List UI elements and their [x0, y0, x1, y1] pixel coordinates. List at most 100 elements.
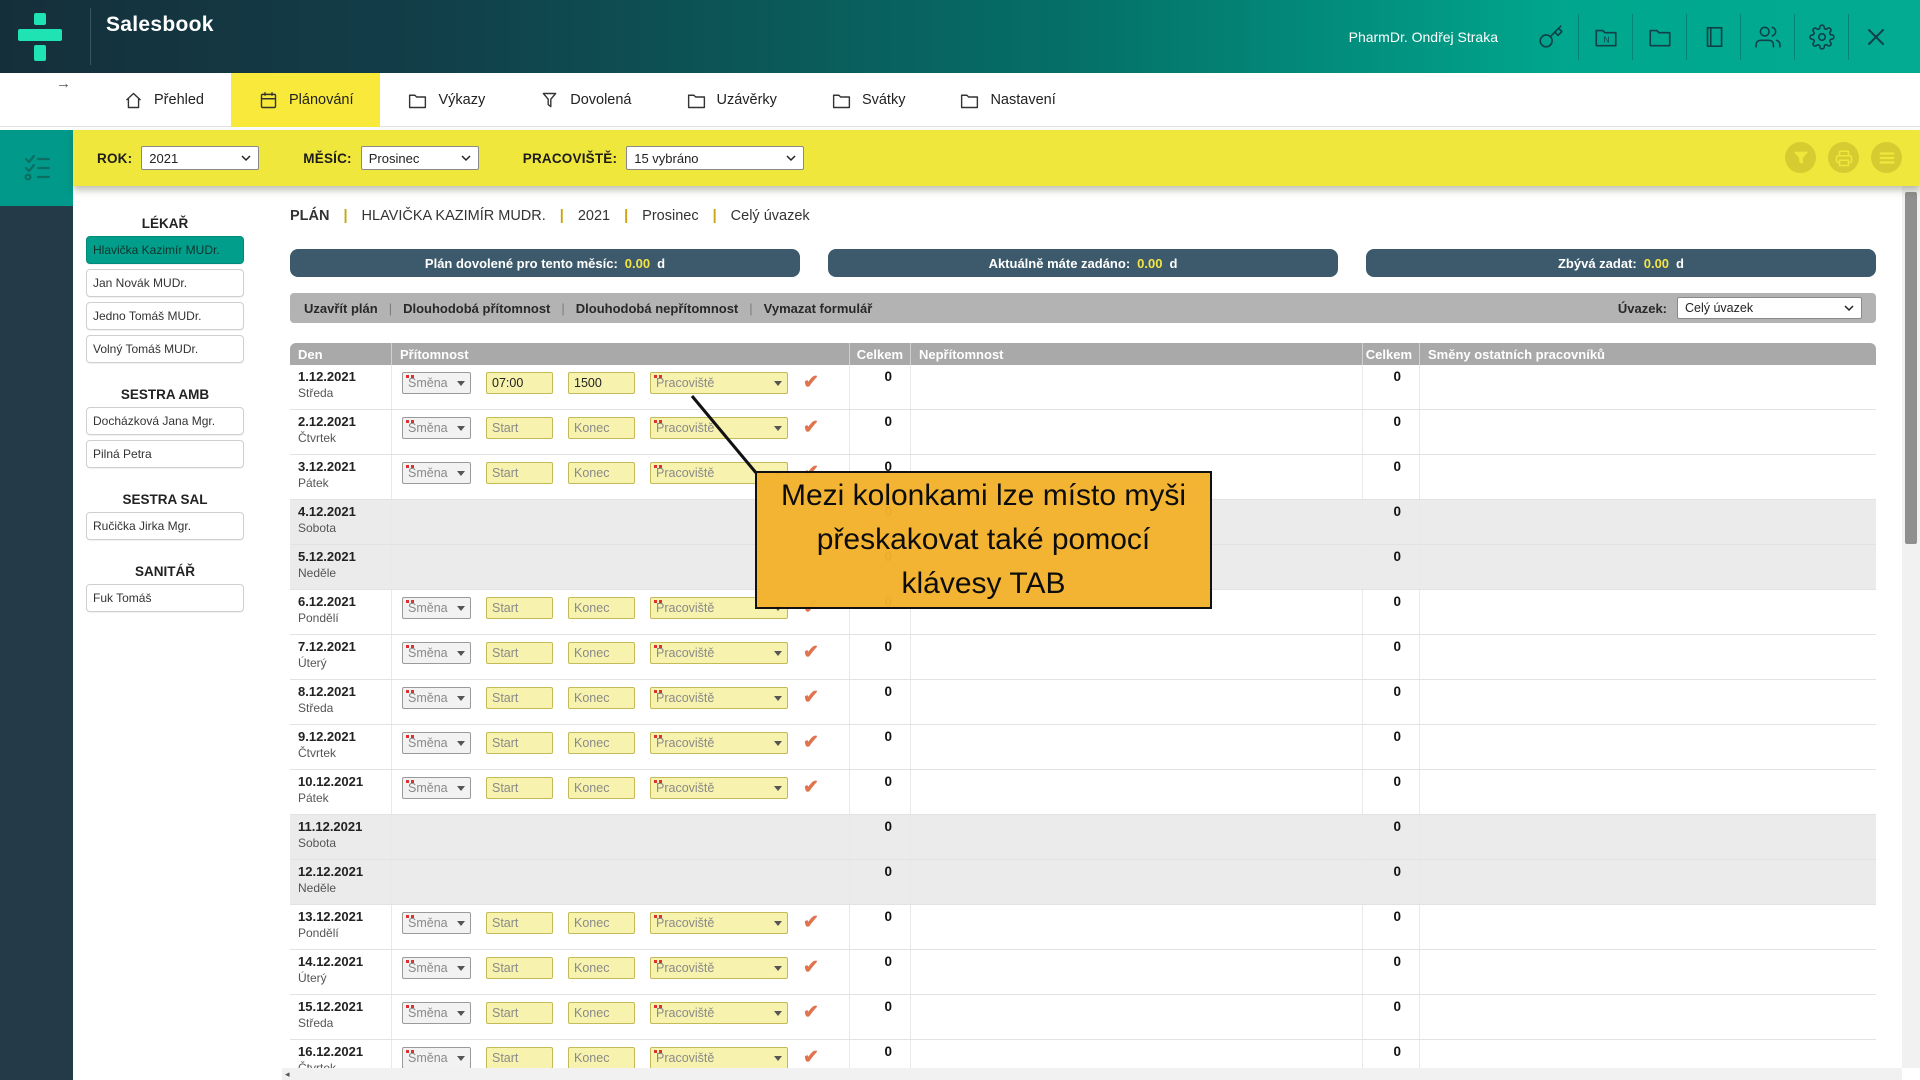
uvazek-select[interactable]: Celý úvazek — [1677, 297, 1862, 319]
dropdown-arrow-icon — [774, 786, 782, 791]
end-time-input[interactable] — [568, 1047, 635, 1068]
workplace-row-select[interactable]: Pracoviště — [650, 687, 788, 709]
staff-item[interactable]: Fuk Tomáš — [86, 584, 244, 612]
workplace-row-select[interactable]: Pracoviště — [650, 777, 788, 799]
close-icon[interactable] — [1848, 14, 1902, 60]
nav-tab[interactable]: Dovolená — [512, 73, 658, 127]
confirm-check-icon[interactable]: ✔ — [803, 777, 819, 799]
horizontal-scrollbar[interactable]: ◂ — [282, 1068, 1902, 1080]
staff-item[interactable]: Volný Tomáš MUDr. — [86, 335, 244, 363]
confirm-check-icon[interactable]: ✔ — [803, 1047, 819, 1068]
end-time-input[interactable] — [568, 957, 635, 979]
staff-item[interactable]: Jedno Tomáš MUDr. — [86, 302, 244, 330]
table-row: 8.12.2021 Středa Směna — [290, 680, 1876, 725]
confirm-check-icon[interactable]: ✔ — [803, 912, 819, 934]
nav-tab[interactable]: Svátky — [804, 73, 933, 127]
nav-tab[interactable]: Plánování — [231, 73, 381, 127]
checklist-icon[interactable] — [0, 130, 73, 206]
toolbar-action[interactable]: Vymazat formulář — [764, 301, 873, 316]
confirm-check-icon[interactable]: ✔ — [803, 417, 819, 439]
shift-select[interactable]: Směna — [402, 732, 471, 754]
year-select[interactable]: 2021 — [141, 146, 259, 170]
shift-select[interactable]: Směna — [402, 777, 471, 799]
confirm-check-icon[interactable]: ✔ — [803, 957, 819, 979]
staff-item[interactable]: Hlavička Kazimír MUDr. — [86, 236, 244, 264]
end-time-input[interactable] — [568, 597, 635, 619]
table-row: 10.12.2021 Pátek Směna — [290, 770, 1876, 815]
shift-select[interactable]: Směna — [402, 687, 471, 709]
workplace-row-select[interactable]: Pracoviště — [650, 642, 788, 664]
shift-select[interactable]: Směna — [402, 372, 471, 394]
start-time-input[interactable] — [486, 597, 553, 619]
confirm-check-icon[interactable]: ✔ — [803, 372, 819, 394]
end-time-input[interactable] — [568, 777, 635, 799]
start-time-input[interactable] — [486, 777, 553, 799]
collapse-arrow-icon[interactable]: → — [56, 75, 71, 92]
confirm-check-icon[interactable]: ✔ — [803, 732, 819, 754]
workplace-row-select[interactable]: Pracoviště — [650, 912, 788, 934]
menu-icon[interactable] — [1871, 142, 1902, 173]
end-time-input[interactable] — [568, 912, 635, 934]
vertical-scrollbar[interactable] — [1902, 186, 1920, 1068]
staff-item[interactable]: Jan Novák MUDr. — [86, 269, 244, 297]
end-time-input[interactable] — [568, 642, 635, 664]
folder-n-icon[interactable]: N — [1578, 14, 1632, 60]
toolbar-action[interactable]: Uzavřít plán — [304, 301, 378, 316]
filter-icon[interactable] — [1785, 142, 1816, 173]
start-time-input[interactable] — [486, 642, 553, 664]
staff-item[interactable]: Docházková Jana Mgr. — [86, 407, 244, 435]
vertical-scrollbar-thumb[interactable] — [1905, 192, 1917, 544]
start-time-input[interactable] — [486, 1047, 553, 1068]
end-time-input[interactable] — [568, 417, 635, 439]
shift-select[interactable]: Směna — [402, 597, 471, 619]
nav-tab[interactable]: Výkazy — [380, 73, 512, 127]
confirm-check-icon[interactable]: ✔ — [803, 1002, 819, 1024]
print-icon[interactable] — [1828, 142, 1859, 173]
start-time-input[interactable] — [486, 462, 553, 484]
workplace-row-select[interactable]: Pracoviště — [650, 417, 788, 439]
staff-item[interactable]: Pilná Petra — [86, 440, 244, 468]
confirm-check-icon[interactable]: ✔ — [803, 642, 819, 664]
scroll-left-arrow-icon[interactable]: ◂ — [282, 1068, 290, 1080]
workplace-select[interactable]: 15 vybráno — [626, 146, 804, 170]
shift-select[interactable]: Směna — [402, 1047, 471, 1068]
other-shifts-cell — [1420, 545, 1876, 589]
nav-tab[interactable]: Nastavení — [932, 73, 1082, 127]
workplace-row-select[interactable]: Pracoviště — [650, 1047, 788, 1068]
start-time-input[interactable] — [486, 957, 553, 979]
shift-select[interactable]: Směna — [402, 1002, 471, 1024]
gear-icon[interactable] — [1794, 14, 1848, 60]
end-time-input[interactable] — [568, 1002, 635, 1024]
shift-select[interactable]: Směna — [402, 957, 471, 979]
start-time-input[interactable] — [486, 732, 553, 754]
shift-select[interactable]: Směna — [402, 642, 471, 664]
workplace-row-select[interactable]: Pracoviště — [650, 372, 788, 394]
start-time-input[interactable] — [486, 1002, 553, 1024]
shift-select[interactable]: Směna — [402, 462, 471, 484]
start-time-input[interactable] — [486, 687, 553, 709]
nav-tab[interactable]: Přehled — [96, 73, 231, 127]
start-time-input[interactable] — [486, 417, 553, 439]
nav-tab[interactable]: Uzávěrky — [659, 73, 804, 127]
workplace-row-select[interactable]: Pracoviště — [650, 732, 788, 754]
start-time-input[interactable] — [486, 912, 553, 934]
start-time-input[interactable] — [486, 372, 553, 394]
shift-select[interactable]: Směna — [402, 417, 471, 439]
end-time-input[interactable] — [568, 462, 635, 484]
end-time-input[interactable] — [568, 732, 635, 754]
users-icon[interactable] — [1740, 14, 1794, 60]
workplace-row-select[interactable]: Pracoviště — [650, 957, 788, 979]
shift-select[interactable]: Směna — [402, 912, 471, 934]
staff-item[interactable]: Ručička Jirka Mgr. — [86, 512, 244, 540]
end-time-input[interactable] — [568, 372, 635, 394]
toolbar-action[interactable]: Dlouhodobá nepřítomnost — [576, 301, 738, 316]
end-time-input[interactable] — [568, 687, 635, 709]
folder-icon[interactable] — [1632, 14, 1686, 60]
toolbar-action[interactable]: Dlouhodobá přítomnost — [403, 301, 550, 316]
nav-tab-label: Svátky — [862, 92, 906, 108]
confirm-check-icon[interactable]: ✔ — [803, 687, 819, 709]
workplace-row-select[interactable]: Pracoviště — [650, 1002, 788, 1024]
key-icon[interactable] — [1524, 14, 1578, 60]
month-select[interactable]: Prosinec — [361, 146, 479, 170]
window-icon[interactable] — [1686, 14, 1740, 60]
